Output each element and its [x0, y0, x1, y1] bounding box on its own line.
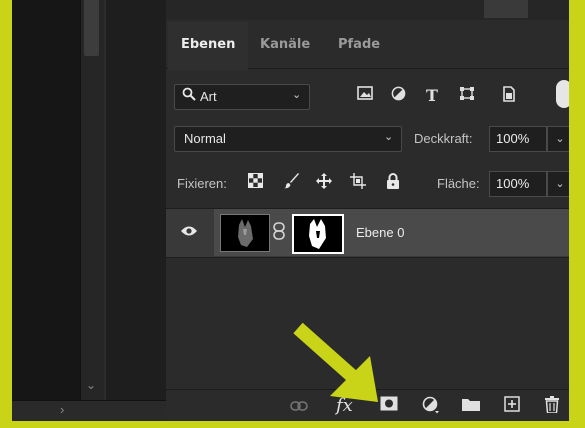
layer-name[interactable]: Ebene 0 [356, 225, 404, 240]
blend-mode-value: Normal [184, 131, 226, 146]
delete-icon[interactable] [544, 396, 560, 418]
type-icon[interactable]: T [426, 86, 438, 105]
opacity-label: Deckkraft: [414, 131, 473, 146]
chevron-right-icon[interactable]: › [60, 402, 64, 417]
tab-pfade[interactable]: Pfade [338, 37, 380, 52]
accent-frame-left [0, 0, 12, 428]
divider [104, 0, 106, 400]
chevron-down-icon: ⌄ [384, 131, 394, 143]
vertical-scrollbar[interactable] [80, 0, 105, 400]
lock-transparent-icon[interactable] [248, 173, 263, 193]
tab-ebenen[interactable]: Ebenen [181, 37, 235, 52]
highlight-arrow [293, 322, 378, 402]
new-layer-icon[interactable] [504, 396, 520, 417]
fill-label: Fläche: [437, 176, 480, 191]
layer-thumbnail[interactable] [220, 214, 270, 252]
shape-icon[interactable] [459, 86, 475, 106]
adjustment-layer-icon[interactable] [422, 396, 440, 419]
chevron-down-icon: ⌄ [292, 89, 302, 101]
tab-kanaele[interactable]: Kanäle [260, 37, 310, 52]
opacity-value: 100% [496, 131, 530, 146]
lock-all-icon[interactable] [386, 173, 400, 194]
scrollbar-thumb[interactable] [84, 0, 99, 56]
eye-icon[interactable] [180, 224, 198, 242]
lock-label: Fixieren: [177, 176, 227, 191]
chain-icon[interactable] [272, 222, 286, 245]
search-icon [182, 87, 196, 104]
fill-value: 100% [496, 176, 530, 191]
horizontal-scrollbar[interactable] [12, 400, 166, 421]
lock-artboard-icon[interactable] [350, 173, 367, 194]
accent-frame-right [569, 0, 585, 428]
accent-frame-bottom [0, 421, 585, 428]
chevron-down-icon[interactable]: ⌄ [86, 378, 96, 392]
dark-panel [12, 0, 80, 400]
smart-object-icon[interactable] [502, 86, 516, 107]
layer-mask-thumbnail[interactable] [292, 214, 344, 254]
lock-paint-icon[interactable] [284, 173, 300, 194]
image-icon[interactable] [357, 86, 373, 105]
group-folder-icon[interactable] [462, 396, 480, 416]
filter-label: Art [200, 89, 217, 104]
lock-move-icon[interactable] [316, 173, 332, 194]
panel-top-button[interactable] [484, 0, 528, 18]
adjustment-icon[interactable] [391, 86, 406, 106]
